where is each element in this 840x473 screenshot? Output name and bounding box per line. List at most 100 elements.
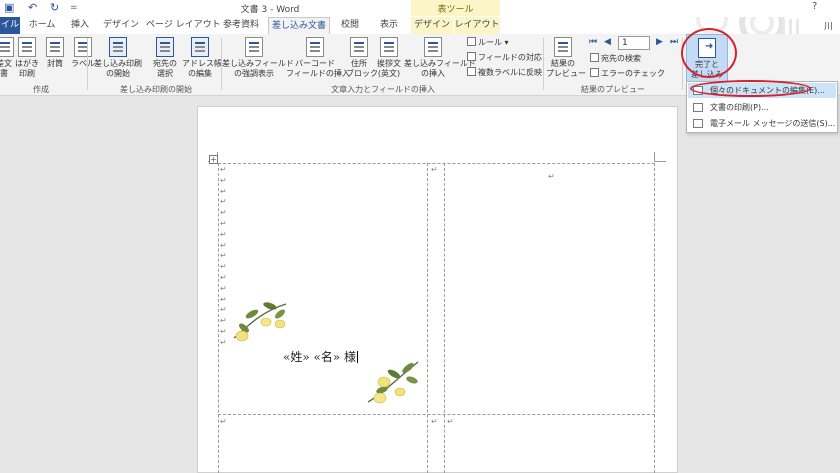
- table-border-mid-2: [444, 163, 445, 473]
- paragraph-mark: ↵: [220, 219, 227, 228]
- tab-page-layout[interactable]: ページ レイアウト: [146, 17, 221, 34]
- paragraph-mark: ↵: [220, 208, 227, 218]
- last-record-icon[interactable]: ⏭: [670, 37, 678, 47]
- tab-file[interactable]: イル: [0, 17, 20, 34]
- highlight-fields-icon: [245, 37, 263, 57]
- tab-table-design[interactable]: デザイン: [411, 17, 453, 34]
- lemon-illustration-right: [367, 361, 419, 404]
- table-row-border: [218, 414, 655, 415]
- match-fields-icon: [467, 52, 476, 61]
- tab-home[interactable]: ホーム: [22, 17, 62, 34]
- paragraph-mark: ↵: [431, 417, 438, 426]
- word-window: ▣ ↶ ↻ = 文書 3 - Word 表ツール ? イル ホーム 挿入 デザイ…: [0, 0, 840, 473]
- table-border-top: [218, 163, 655, 164]
- paragraph-mark: ↵: [220, 316, 227, 326]
- title-bar: ▣ ↶ ↻ = 文書 3 - Word 表ツール ?: [0, 0, 840, 17]
- paragraph-mark: ↵: [220, 294, 227, 304]
- group-separator: [682, 38, 683, 90]
- first-record-icon[interactable]: ⏮: [589, 37, 597, 47]
- group-separator: [87, 38, 88, 90]
- insert-barcode-field-button[interactable]: バーコード フィールドの挿入: [286, 37, 350, 79]
- check-errors-button[interactable]: エラーのチェック: [590, 68, 665, 80]
- paragraph-mark: ↵: [220, 337, 227, 347]
- paragraph-mark: ↵: [220, 240, 227, 250]
- greeting-icon: [380, 37, 398, 57]
- merge-field-text[interactable]: «姓» «名» 様: [283, 348, 358, 365]
- paragraph-mark: ↵: [431, 165, 438, 174]
- table-move-handle[interactable]: +: [209, 155, 218, 164]
- paragraph-mark: ↵: [548, 172, 555, 181]
- tab-references[interactable]: 参考資料: [216, 17, 266, 34]
- highlight-merge-fields-button[interactable]: 差し込みフィールド の強調表示: [222, 37, 294, 79]
- find-recipient-icon: [590, 53, 599, 62]
- finish-merge-menu: 個々のドキュメントの編集(E)... 文書の印刷(P)... 電子メール メッセ…: [686, 81, 838, 133]
- document-edit-icon: [693, 86, 703, 95]
- select-recipients-button[interactable]: 宛先の 選択: [150, 37, 180, 79]
- paragraph-mark: ↵: [220, 175, 227, 185]
- table-border-mid-1: [427, 163, 428, 473]
- previous-record-icon[interactable]: ◀: [604, 37, 611, 47]
- mail-merge-icon: [109, 37, 127, 57]
- finish-merge-icon: [698, 38, 716, 58]
- tab-mailings[interactable]: 差し込み文書: [268, 17, 330, 35]
- start-mail-merge-button[interactable]: 差し込み印刷 の開始: [90, 37, 146, 79]
- paragraph-mark: ↵: [220, 417, 227, 426]
- match-fields-button[interactable]: フィールドの対応: [467, 52, 542, 64]
- table-tools-label: 表ツール: [411, 0, 500, 16]
- group-label-write-insert: 文章入力とフィールドの挿入: [331, 85, 435, 94]
- group-label-create: 作成: [33, 85, 49, 94]
- send-email-messages-item[interactable]: 電子メール メッセージの送信(S)...: [688, 116, 836, 131]
- edit-individual-documents-item[interactable]: 個々のドキュメントの編集(E)...: [688, 83, 836, 98]
- preview-results-button[interactable]: 結果の プレビュー: [546, 37, 586, 79]
- paragraph-mark: ↵: [220, 305, 227, 315]
- postcard-print-button[interactable]: はがき 印刷: [14, 37, 40, 79]
- margin-corner-mark: [654, 152, 666, 162]
- record-number-input[interactable]: 1: [618, 36, 650, 50]
- tab-table-layout[interactable]: レイアウト: [454, 17, 500, 34]
- find-recipient-button[interactable]: 宛先の検索: [590, 53, 641, 65]
- paragraph-mark: ↵: [220, 251, 227, 261]
- envelope-button[interactable]: 封筒: [44, 37, 66, 69]
- paragraph-mark: ↵: [220, 186, 227, 196]
- table-border-left: [218, 163, 219, 473]
- address-block-button[interactable]: 住所 ブロック: [346, 37, 378, 79]
- edit-recipient-list-button[interactable]: アドレス帳 の編集: [182, 37, 222, 79]
- paragraph-mark: ↵: [220, 229, 227, 239]
- lemon-illustration-left: [233, 302, 287, 342]
- postcard-icon: [18, 37, 36, 57]
- document-icon: [0, 37, 14, 57]
- finish-and-merge-button[interactable]: 完了と 差し込み: [686, 34, 728, 82]
- print-documents-item[interactable]: 文書の印刷(P)...: [688, 100, 836, 115]
- tab-review[interactable]: 校閲: [332, 17, 368, 34]
- group-label-start-merge: 差し込み印刷の開始: [120, 85, 192, 94]
- barcode-icon: [306, 37, 324, 57]
- rules-icon: [467, 37, 476, 46]
- paragraph-mark: ↵: [220, 165, 227, 174]
- address-book-icon: [191, 37, 209, 57]
- check-errors-icon: [590, 68, 599, 77]
- rules-button[interactable]: ルール ▾: [467, 37, 509, 49]
- next-record-icon[interactable]: ▶: [656, 37, 663, 47]
- update-labels-icon: [467, 67, 476, 76]
- paragraph-mark: ↵: [220, 327, 227, 336]
- tab-view[interactable]: 表示: [370, 17, 408, 34]
- paragraph-mark: ↵: [220, 273, 227, 282]
- greeting-line-button[interactable]: 挨拶文 (英文): [374, 37, 404, 79]
- update-labels-button[interactable]: 複数ラベルに反映: [467, 67, 542, 79]
- address-block-icon: [350, 37, 368, 57]
- insert-merge-field-button[interactable]: 差し込みフィールド の挿入: [404, 37, 476, 79]
- ribbon-tabs: イル ホーム 挿入 デザイン ページ レイアウト 参考資料 差し込み文書 校閲 …: [0, 17, 840, 49]
- paragraph-mark: ↵: [220, 197, 227, 207]
- merge-field-icon: [424, 37, 442, 57]
- tab-design[interactable]: デザイン: [98, 17, 144, 34]
- recipients-icon: [156, 37, 174, 57]
- start-document-button[interactable]: 差文 書: [0, 37, 14, 79]
- group-separator: [543, 38, 544, 90]
- tab-insert[interactable]: 挿入: [64, 17, 96, 34]
- print-icon: [693, 103, 703, 112]
- envelope-icon: [46, 37, 64, 57]
- group-label-preview: 結果のプレビュー: [581, 85, 645, 94]
- help-icon[interactable]: ?: [812, 1, 817, 12]
- table-border-right: [654, 163, 655, 473]
- paragraph-mark: ↵: [447, 417, 454, 426]
